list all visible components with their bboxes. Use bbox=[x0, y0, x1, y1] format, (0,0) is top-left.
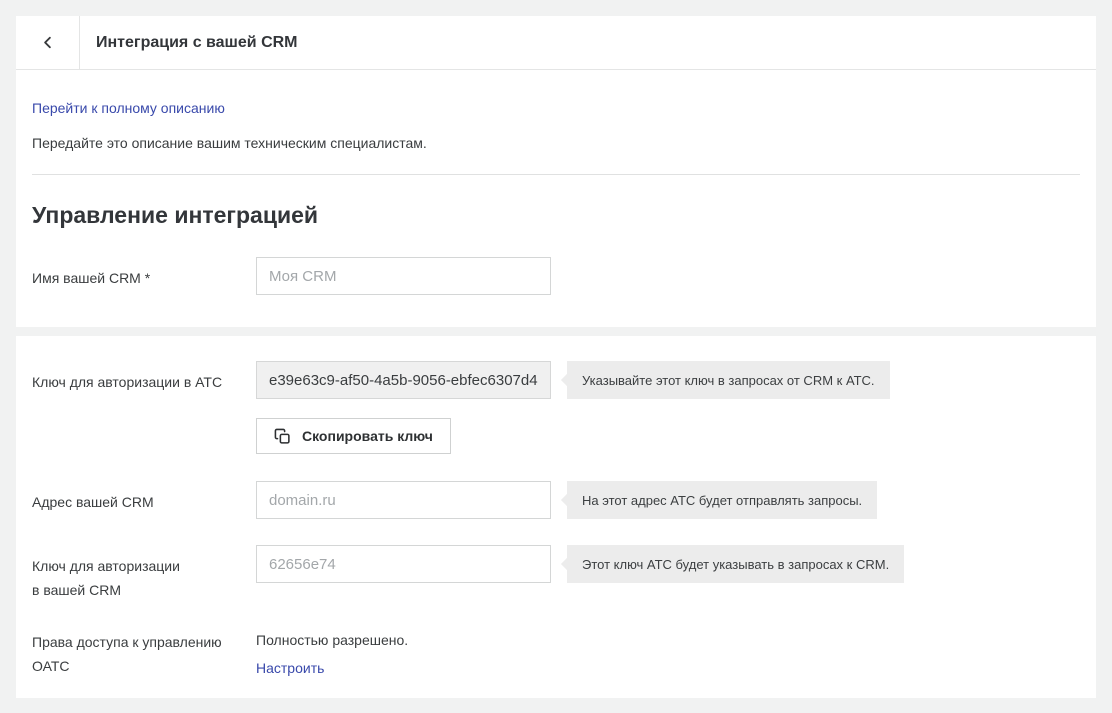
section-divider bbox=[32, 174, 1080, 175]
crm-key-row: Ключ для авторизации в вашей CRM Этот кл… bbox=[32, 545, 1080, 602]
crm-name-input[interactable] bbox=[256, 257, 551, 295]
crm-address-label: Адрес вашей CRM bbox=[32, 481, 242, 514]
configure-permissions-link[interactable]: Настроить bbox=[256, 658, 324, 679]
crm-address-input[interactable] bbox=[256, 481, 551, 519]
page-header: Интеграция с вашей CRM bbox=[16, 16, 1096, 70]
crm-name-label: Имя вашей CRM * bbox=[32, 257, 242, 290]
ats-key-row: Ключ для авторизации в АТС Указывайте эт… bbox=[32, 361, 1080, 399]
page-title: Интеграция с вашей CRM bbox=[80, 16, 298, 69]
copy-key-row: Скопировать ключ bbox=[32, 418, 1080, 454]
ats-key-input[interactable] bbox=[256, 361, 551, 399]
crm-name-row: Имя вашей CRM * bbox=[32, 257, 1080, 295]
oats-permissions-label: Права доступа к управлению ОАТС bbox=[32, 630, 242, 678]
oats-permissions-row: Права доступа к управлению ОАТС Полность… bbox=[32, 630, 1080, 679]
ats-key-hint: Указывайте этот ключ в запросах от CRM к… bbox=[567, 361, 890, 399]
integration-keys-card: Ключ для авторизации в АТС Указывайте эт… bbox=[16, 336, 1096, 698]
back-button[interactable] bbox=[16, 16, 80, 69]
chevron-left-icon bbox=[38, 33, 57, 52]
section-title: Управление интеграцией bbox=[32, 199, 1080, 231]
copy-key-button[interactable]: Скопировать ключ bbox=[256, 418, 451, 454]
crm-address-hint: На этот адрес АТС будет отправлять запро… bbox=[567, 481, 877, 519]
ats-key-label: Ключ для авторизации в АТС bbox=[32, 361, 242, 394]
crm-key-label: Ключ для авторизации в вашей CRM bbox=[32, 545, 242, 602]
crm-address-row: Адрес вашей CRM На этот адрес АТС будет … bbox=[32, 481, 1080, 519]
full-description-link[interactable]: Перейти к полному описанию bbox=[32, 98, 225, 119]
integration-card: Интеграция с вашей CRM Перейти к полному… bbox=[16, 16, 1096, 327]
intro-note: Передайте это описание вашим техническим… bbox=[32, 133, 1080, 154]
copy-icon bbox=[274, 428, 291, 445]
intro-section: Перейти к полному описанию Передайте это… bbox=[16, 70, 1096, 327]
oats-permissions-status: Полностью разрешено. bbox=[256, 630, 408, 651]
crm-key-hint: Этот ключ АТС будет указывать в запросах… bbox=[567, 545, 904, 583]
crm-key-input[interactable] bbox=[256, 545, 551, 583]
copy-key-button-label: Скопировать ключ bbox=[302, 428, 433, 444]
oats-permissions-value: Полностью разрешено. Настроить bbox=[256, 630, 408, 679]
